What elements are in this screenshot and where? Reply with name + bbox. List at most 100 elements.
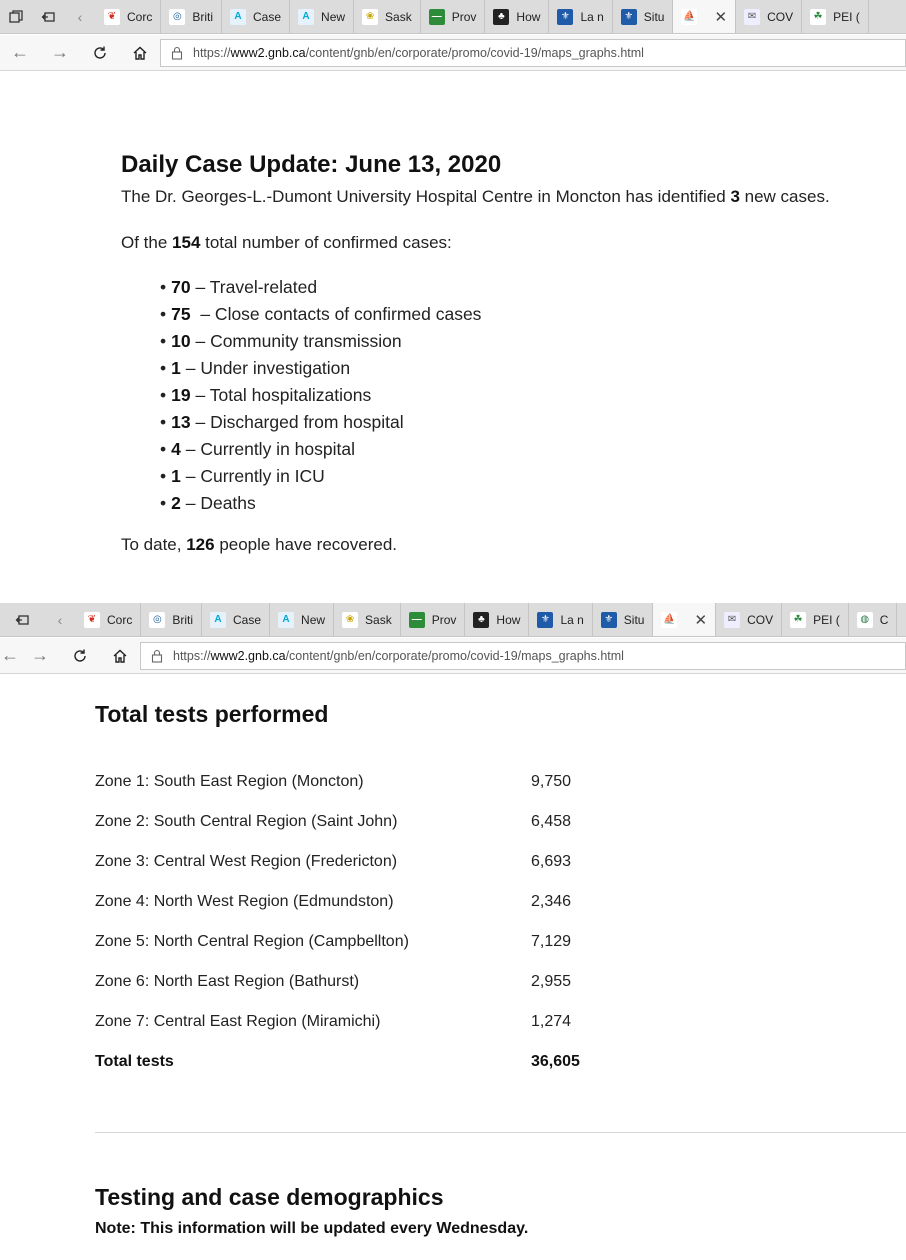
list-item: • 1 – Under investigation <box>160 358 351 378</box>
alberta-logo-icon: A <box>210 611 227 628</box>
tab-actions-icon[interactable] <box>0 0 32 33</box>
browser-tab[interactable]: A New <box>270 603 335 636</box>
tab-label: Case <box>233 612 262 627</box>
refresh-button[interactable] <box>60 638 100 674</box>
quebec-flag-icon: ⚜ <box>600 611 617 628</box>
forward-button[interactable]: → <box>20 638 60 674</box>
list-item: • 2 – Deaths <box>160 493 256 513</box>
close-tab-icon[interactable]: ✕ <box>694 611 707 629</box>
daily-case-update: Daily Case Update: June 13, 2020 The Dr.… <box>121 150 901 557</box>
manitoba-logo-icon: — <box>428 8 445 25</box>
browser-tab[interactable]: ⛵ ✕ <box>653 603 717 636</box>
pei-logo-icon: ☘ <box>790 611 807 628</box>
total-case-count: 154 <box>172 233 201 252</box>
url-input[interactable]: https://www2.gnb.ca/content/gnb/en/corpo… <box>140 641 906 670</box>
table-row: Zone 6: North East Region (Bathurst) 2,95… <box>95 973 572 990</box>
table-row: Zone 1: South East Region (Moncton) 9,750 <box>95 773 572 790</box>
refresh-button[interactable] <box>80 35 120 71</box>
tab-label: New <box>301 612 326 627</box>
url-input[interactable]: https://www2.gnb.ca/content/gnb/en/corpo… <box>160 38 906 67</box>
recovered-count: 126 <box>186 535 215 554</box>
alberta-logo-icon: A <box>230 8 247 25</box>
tab-label: Situ <box>643 9 665 24</box>
browser-tab[interactable]: ⚜ Situ <box>593 603 654 636</box>
table-row: Zone 2: South Central Region (Saint John… <box>95 813 572 830</box>
home-icon <box>133 46 147 60</box>
total-cases-line: Of the 154 total number of confirmed cas… <box>121 233 452 252</box>
lock-icon <box>151 649 163 663</box>
browser-tab[interactable]: ♣ How <box>465 603 530 636</box>
manitoba-logo-icon: — <box>408 611 425 628</box>
browser-tab[interactable]: ✉ COV <box>736 0 803 33</box>
update-intro: The Dr. Georges-L.-Dumont University Hos… <box>121 187 830 206</box>
ns-logo-icon: ✉ <box>744 8 761 25</box>
ontario-logo-icon: ♣ <box>473 611 490 628</box>
address-bar-top: ← → https://www2.gnb.ca/content/gnb/en/c… <box>0 35 906 71</box>
browser-tab[interactable]: A Case <box>222 0 291 33</box>
case-breakdown-list: • 70 – Travel-related • 75 – Close contact… <box>160 274 901 517</box>
alberta-logo-icon: A <box>298 8 315 25</box>
sask-logo-icon: ❀ <box>362 8 379 25</box>
browser-tab[interactable]: ♣ How <box>485 0 550 33</box>
browser-tab[interactable]: ⚜ La n <box>529 603 593 636</box>
browser-tab[interactable]: ❦ Corc <box>76 603 142 636</box>
home-icon <box>113 649 127 663</box>
globe-icon: ◍ <box>856 611 873 628</box>
tab-label: How <box>516 9 541 24</box>
set-tabs-aside-icon[interactable] <box>32 0 64 33</box>
browser-tab[interactable]: A New <box>290 0 355 33</box>
tab-label: Situ <box>623 612 645 627</box>
browser-tab[interactable]: ◎ Briti <box>161 0 223 33</box>
tab-label: PEI ( <box>813 612 840 627</box>
total-tests-row: Total tests 36,605 <box>95 1053 580 1070</box>
back-button[interactable]: ← <box>0 638 20 674</box>
total-tests-section: Total tests performed Zone 1: South East… <box>95 700 895 1070</box>
browser-tab[interactable]: ⚜ La n <box>549 0 613 33</box>
browser-tab[interactable]: ❀ Sask <box>334 603 401 636</box>
maple-leaf-icon: ❦ <box>104 8 120 25</box>
home-button[interactable] <box>100 638 140 674</box>
back-button[interactable]: ← <box>0 35 40 71</box>
table-row: Zone 3: Central West Region (Fredericton… <box>95 853 572 870</box>
url-host: www2.gnb.ca <box>230 45 306 60</box>
sask-logo-icon: ❀ <box>342 611 359 628</box>
browser-tab[interactable]: — Prov <box>421 0 486 33</box>
browser-tab[interactable]: ☘ PEI ( <box>782 603 849 636</box>
nb-logo-icon: ⛵ <box>681 8 698 25</box>
browser-tab[interactable]: A Case <box>202 603 271 636</box>
browser-tab[interactable]: ⛵ ✕ <box>673 0 737 33</box>
browser-tab[interactable]: ◎ Briti <box>141 603 203 636</box>
url-path: /content/gnb/en/corporate/promo/covid-19… <box>305 45 644 60</box>
tab-label: C <box>879 612 889 627</box>
tab-bar-top: ‹ ❦ Corc ◎ Briti A Case A New ❀ Sask — Prov ♣ How ⚜ La … <box>0 0 906 34</box>
tab-label: La n <box>560 612 584 627</box>
browser-tab[interactable]: ◍ C <box>849 603 898 636</box>
tab-label: Corc <box>127 9 153 24</box>
refresh-icon <box>94 46 106 59</box>
tab-label: Briti <box>172 612 194 627</box>
ontario-logo-icon: ♣ <box>493 8 510 25</box>
browser-tab[interactable]: ⚜ Situ <box>613 0 674 33</box>
browser-tab[interactable]: — Prov <box>401 603 466 636</box>
browser-tab[interactable]: ❀ Sask <box>354 0 421 33</box>
browser-tab[interactable]: ✉ COV <box>716 603 783 636</box>
browser-tab[interactable]: ☘ PEI ( <box>802 0 869 33</box>
scroll-tabs-left-icon[interactable]: ‹ <box>44 603 76 636</box>
set-tabs-aside-icon[interactable] <box>0 603 44 636</box>
tab-label: Sask <box>385 9 412 24</box>
tab-label: Case <box>253 9 282 24</box>
forward-button[interactable]: → <box>40 35 80 71</box>
close-tab-icon[interactable]: ✕ <box>714 8 727 26</box>
tab-label: How <box>496 612 521 627</box>
table-row: Zone 4: North West Region (Edmundston) 2,… <box>95 893 572 910</box>
bc-logo-icon: ◎ <box>169 8 186 25</box>
table-row: Zone 5: North Central Region (Campbellto… <box>95 933 572 950</box>
home-button[interactable] <box>120 35 160 71</box>
url-host: www2.gnb.ca <box>210 648 286 663</box>
tab-label: COV <box>767 9 794 24</box>
address-bar-bottom: ← → https://www2.gnb.ca/content/gnb/en/c… <box>0 638 906 674</box>
refresh-icon <box>74 649 86 662</box>
browser-tab[interactable]: ❦ Corc <box>96 0 162 33</box>
scroll-tabs-left-icon[interactable]: ‹ <box>64 0 96 33</box>
list-item: • 10 – Community transmission <box>160 331 402 351</box>
